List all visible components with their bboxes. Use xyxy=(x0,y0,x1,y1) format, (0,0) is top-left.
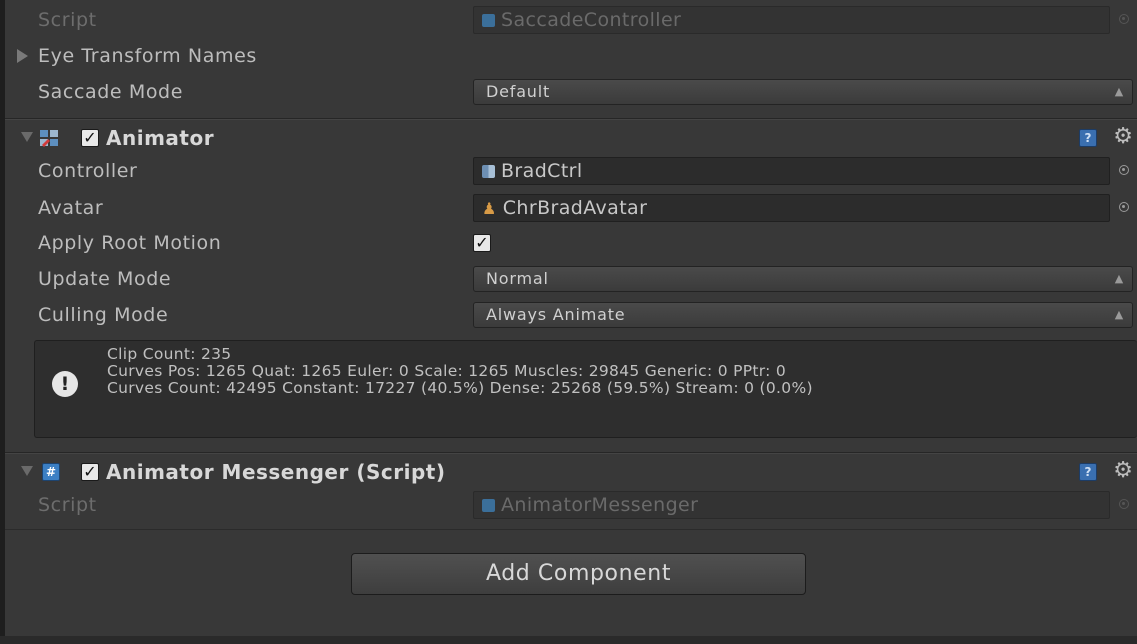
avatar-icon: ♟ xyxy=(482,199,497,218)
script-file-icon xyxy=(482,499,495,512)
dropdown-arrows-icon: ▲ xyxy=(1114,272,1124,285)
csharp-script-icon: # xyxy=(42,463,60,481)
script-label: Script xyxy=(38,9,97,31)
animator-info-box: ! Clip Count: 235 Curves Pos: 1265 Quat:… xyxy=(34,340,1137,438)
object-picker-icon[interactable] xyxy=(1119,202,1129,212)
update-mode-dropdown[interactable]: Normal ▲ xyxy=(473,266,1133,292)
info-line-curves: Curves Pos: 1265 Quat: 1265 Euler: 0 Sca… xyxy=(107,362,787,380)
saccade-mode-row: Saccade Mode Default ▲ xyxy=(5,74,1137,110)
messenger-header[interactable]: # ✓ Animator Messenger (Script) ? ⚙ xyxy=(5,452,1137,491)
dropdown-arrows-icon: ▲ xyxy=(1114,85,1124,98)
script-file-icon xyxy=(482,14,495,27)
animator-enabled-checkbox[interactable]: ✓ xyxy=(81,129,99,147)
controller-row: Controller BradCtrl xyxy=(5,153,1137,189)
saccade-script-row: Script SaccadeController xyxy=(5,2,1137,38)
expand-arrow-icon[interactable] xyxy=(17,49,28,63)
separator xyxy=(5,529,1137,530)
gear-icon[interactable]: ⚙ xyxy=(1113,123,1133,151)
messenger-script-field[interactable]: AnimatorMessenger xyxy=(473,491,1110,519)
object-picker-icon[interactable] xyxy=(1119,14,1129,24)
avatar-row: Avatar ♟ ChrBradAvatar xyxy=(5,190,1137,226)
saccade-script-value: SaccadeController xyxy=(501,9,682,31)
saccade-mode-label: Saccade Mode xyxy=(38,81,183,103)
culling-mode-row: Culling Mode Always Animate ▲ xyxy=(5,297,1137,333)
controller-label: Controller xyxy=(38,160,138,182)
collapse-arrow-icon[interactable] xyxy=(21,466,33,476)
update-mode-label: Update Mode xyxy=(38,268,172,290)
controller-field[interactable]: BradCtrl xyxy=(473,157,1110,185)
saccade-mode-dropdown[interactable]: Default ▲ xyxy=(473,79,1133,105)
eye-transform-names-row[interactable]: Eye Transform Names xyxy=(5,38,1137,74)
messenger-script-value: AnimatorMessenger xyxy=(501,494,699,516)
info-line-curves-count: Curves Count: 42495 Constant: 17227 (40.… xyxy=(107,379,813,397)
animator-header[interactable]: ✓ Animator ? ⚙ xyxy=(5,118,1137,157)
info-lines: Clip Count: 235 Curves Pos: 1265 Quat: 1… xyxy=(107,346,813,397)
gear-icon[interactable]: ⚙ xyxy=(1113,457,1133,485)
help-icon[interactable]: ? xyxy=(1079,129,1097,147)
apply-root-motion-row: Apply Root Motion ✓ xyxy=(5,225,1137,261)
info-icon: ! xyxy=(52,371,78,397)
info-line-clip-count: Clip Count: 235 xyxy=(107,345,232,363)
collapse-arrow-icon[interactable] xyxy=(21,132,33,142)
eye-transform-names-label: Eye Transform Names xyxy=(38,45,257,67)
apply-root-motion-checkbox[interactable]: ✓ xyxy=(473,234,491,252)
animator-controller-icon xyxy=(482,165,495,178)
controller-value: BradCtrl xyxy=(501,160,583,182)
animator-component-icon xyxy=(39,129,59,147)
help-icon[interactable]: ? xyxy=(1079,463,1097,481)
culling-mode-value: Always Animate xyxy=(486,305,626,324)
update-mode-row: Update Mode Normal ▲ xyxy=(5,261,1137,297)
animator-title: Animator xyxy=(106,126,215,150)
apply-root-motion-label: Apply Root Motion xyxy=(38,232,222,254)
messenger-enabled-checkbox[interactable]: ✓ xyxy=(81,463,99,481)
avatar-field[interactable]: ♟ ChrBradAvatar xyxy=(473,194,1110,222)
avatar-value: ChrBradAvatar xyxy=(502,197,648,219)
messenger-title: Animator Messenger (Script) xyxy=(106,460,446,484)
dropdown-arrows-icon: ▲ xyxy=(1114,308,1124,321)
culling-mode-dropdown[interactable]: Always Animate ▲ xyxy=(473,302,1133,328)
script-label: Script xyxy=(38,494,97,516)
culling-mode-label: Culling Mode xyxy=(38,304,169,326)
update-mode-value: Normal xyxy=(486,269,549,288)
object-picker-icon[interactable] xyxy=(1119,165,1129,175)
messenger-script-row: Script AnimatorMessenger xyxy=(5,487,1137,523)
saccade-script-field[interactable]: SaccadeController xyxy=(473,6,1110,34)
avatar-label: Avatar xyxy=(38,197,104,219)
saccade-mode-value: Default xyxy=(486,82,551,101)
bottom-edge xyxy=(0,636,1137,644)
object-picker-icon[interactable] xyxy=(1119,499,1129,509)
add-component-button[interactable]: Add Component xyxy=(351,553,806,595)
